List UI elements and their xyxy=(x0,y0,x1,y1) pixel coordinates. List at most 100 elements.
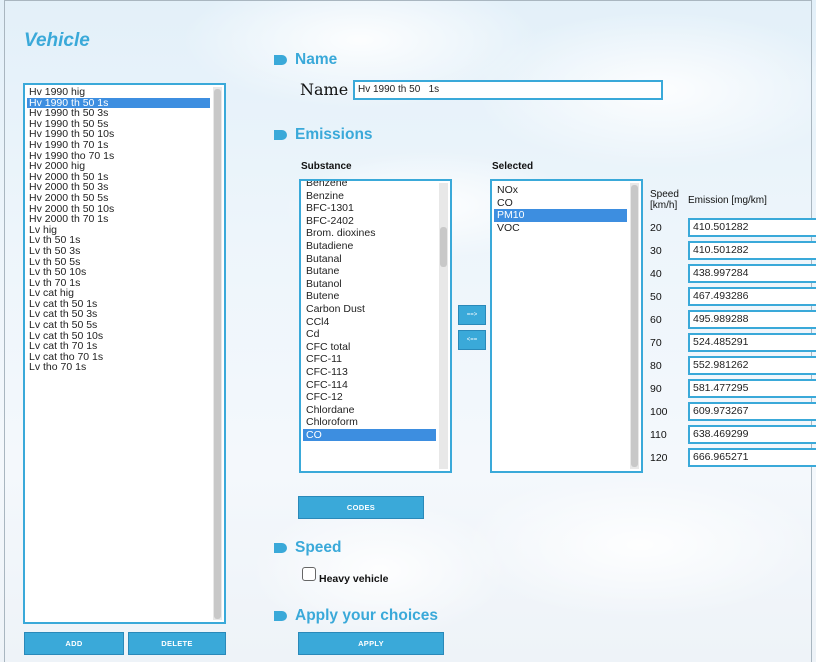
bullet-icon xyxy=(274,611,287,621)
vehicle-list[interactable]: Hv 1990 hig Hv 1990 th 50 1s Hv 1990 th 50… xyxy=(23,83,226,624)
bullet-icon xyxy=(274,130,287,140)
vehicle-title: Vehicle xyxy=(24,30,90,51)
name-heading-text: Name xyxy=(295,51,338,68)
apply-section-heading: Apply your choices xyxy=(274,607,438,625)
emission-input[interactable]: 666.965271 xyxy=(688,448,816,467)
vehicle-list-item[interactable]: Lv th 50 3s xyxy=(27,246,210,257)
substance-list-item[interactable]: CFC-113 xyxy=(303,366,436,379)
substance-list-item[interactable]: CFC-11 xyxy=(303,353,436,366)
speed-column-header: Speed [km/h] xyxy=(650,189,679,211)
emissions-section-heading: Emissions xyxy=(274,126,373,144)
selected-label: Selected xyxy=(492,161,534,172)
selected-list-item[interactable]: CO xyxy=(494,197,627,210)
speed-value: 100 xyxy=(650,406,668,418)
scrollbar-thumb[interactable] xyxy=(631,185,638,467)
substance-list-item[interactable]: BFC-1301 xyxy=(303,202,436,215)
vehicle-list-scrollbar[interactable] xyxy=(213,87,222,620)
selected-list-scrollbar[interactable] xyxy=(630,183,639,469)
speed-emission-row: 70 524.485291 xyxy=(650,333,816,353)
speed-emission-row: 120 666.965271 xyxy=(650,448,816,468)
vehicle-list-item[interactable]: Hv 1990 th 70 1s xyxy=(27,140,210,151)
substance-list-item[interactable]: CFC total xyxy=(303,341,436,354)
add-vehicle-button[interactable]: ADD xyxy=(24,632,124,655)
speed-emission-row: 20 410.501282 xyxy=(650,218,816,238)
heavy-vehicle-checkbox[interactable] xyxy=(302,567,316,581)
emission-input[interactable]: 495.989288 xyxy=(688,310,816,329)
speed-emission-row: 40 438.997284 xyxy=(650,264,816,284)
speed-emission-row: 30 410.501282 xyxy=(650,241,816,261)
emission-input[interactable]: 638.469299 xyxy=(688,425,816,444)
name-input[interactable]: Hv 1990 th 50 1s xyxy=(353,80,663,100)
substance-list-item[interactable]: Butadiene xyxy=(303,240,436,253)
vehicle-list-item[interactable]: Lv tho 70 1s xyxy=(27,362,210,373)
name-label: Name xyxy=(300,80,349,99)
substance-list-item[interactable]: CFC-12 xyxy=(303,391,436,404)
emission-input[interactable]: 410.501282 xyxy=(688,241,816,260)
bullet-icon xyxy=(274,55,287,65)
emission-input[interactable]: 609.973267 xyxy=(688,402,816,421)
substance-list-item[interactable]: Chlordane xyxy=(303,404,436,417)
codes-button[interactable]: CODES xyxy=(298,496,424,519)
vehicle-list-item[interactable]: Hv 2000 th 50 5s xyxy=(27,193,210,204)
substance-list-item[interactable]: Benzene xyxy=(303,181,436,190)
substance-list-item[interactable]: CO xyxy=(303,428,436,442)
substance-list-scrollbar[interactable] xyxy=(439,183,448,469)
speed-emission-row: 110 638.469299 xyxy=(650,425,816,445)
speed-value: 60 xyxy=(650,314,662,326)
speed-value: 70 xyxy=(650,337,662,349)
speed-value: 20 xyxy=(650,222,662,234)
speed-value: 40 xyxy=(650,268,662,280)
selected-list-item[interactable]: PM10 xyxy=(494,209,627,222)
speed-emission-row: 50 467.493286 xyxy=(650,287,816,307)
substance-list-item[interactable]: Cd xyxy=(303,328,436,341)
substance-list[interactable]: Benzene Benzine BFC-1301 BFC-2402 Brom. diox… xyxy=(299,179,452,473)
speed-value: 30 xyxy=(650,245,662,257)
speed-value: 50 xyxy=(650,291,662,303)
substance-list-item[interactable]: Butanal xyxy=(303,253,436,266)
vehicle-list-item[interactable]: Hv 1990 hig xyxy=(27,87,210,98)
substance-list-item[interactable]: Brom. dioxines xyxy=(303,227,436,240)
delete-vehicle-button[interactable]: DELETE xyxy=(128,632,226,655)
substance-label: Substance xyxy=(301,161,352,172)
substance-list-item[interactable]: CCl4 xyxy=(303,316,436,329)
substance-list-item[interactable]: CFC-114 xyxy=(303,379,436,392)
substance-list-item[interactable]: BFC-2402 xyxy=(303,215,436,228)
emission-input[interactable]: 552.981262 xyxy=(688,356,816,375)
emission-input[interactable]: 438.997284 xyxy=(688,264,816,283)
speed-emission-row: 90 581.477295 xyxy=(650,379,816,399)
apply-button[interactable]: APPLY xyxy=(298,632,444,655)
substance-list-items: Benzene Benzine BFC-1301 BFC-2402 Brom. diox… xyxy=(303,181,436,471)
remove-substance-button[interactable]: <== xyxy=(458,330,486,350)
emission-input[interactable]: 581.477295 xyxy=(688,379,816,398)
selected-substance-list[interactable]: NOx CO PM10 VOC xyxy=(490,179,643,473)
scrollbar-thumb[interactable] xyxy=(214,89,221,619)
speed-emission-row: 100 609.973267 xyxy=(650,402,816,422)
emission-input[interactable]: 524.485291 xyxy=(688,333,816,352)
emission-input[interactable]: 467.493286 xyxy=(688,287,816,306)
selected-list-item[interactable]: NOx xyxy=(494,184,627,197)
selected-list-item[interactable]: VOC xyxy=(494,222,627,235)
speed-value: 120 xyxy=(650,452,668,464)
scrollbar-thumb[interactable] xyxy=(440,227,447,267)
substance-list-item[interactable]: Butanol xyxy=(303,278,436,291)
substance-list-item[interactable]: Carbon Dust xyxy=(303,303,436,316)
speed-heading-text: Speed xyxy=(295,539,342,556)
speed-section-heading: Speed xyxy=(274,539,342,557)
heavy-vehicle-label: Heavy vehicle xyxy=(319,573,389,585)
speed-value: 90 xyxy=(650,383,662,395)
vehicle-list-items: Hv 1990 hig Hv 1990 th 50 1s Hv 1990 th 50… xyxy=(27,87,210,620)
speed-emission-row: 60 495.989288 xyxy=(650,310,816,330)
selected-list-items: NOx CO PM10 VOC xyxy=(494,184,627,471)
name-section-heading: Name xyxy=(274,51,337,69)
emission-column-header: Emission [mg/km] xyxy=(688,195,767,206)
speed-value: 110 xyxy=(650,429,667,441)
emission-input[interactable]: 410.501282 xyxy=(688,218,816,237)
speed-emission-row: 80 552.981262 xyxy=(650,356,816,376)
apply-heading-text: Apply your choices xyxy=(295,607,438,624)
add-substance-button[interactable]: ==> xyxy=(458,305,486,325)
substance-list-item[interactable]: Butane xyxy=(303,265,436,278)
substance-list-item[interactable]: Butene xyxy=(303,290,436,303)
bullet-icon xyxy=(274,543,287,553)
substance-list-item[interactable]: Benzine xyxy=(303,190,436,203)
substance-list-item[interactable]: Chloroform xyxy=(303,416,436,429)
